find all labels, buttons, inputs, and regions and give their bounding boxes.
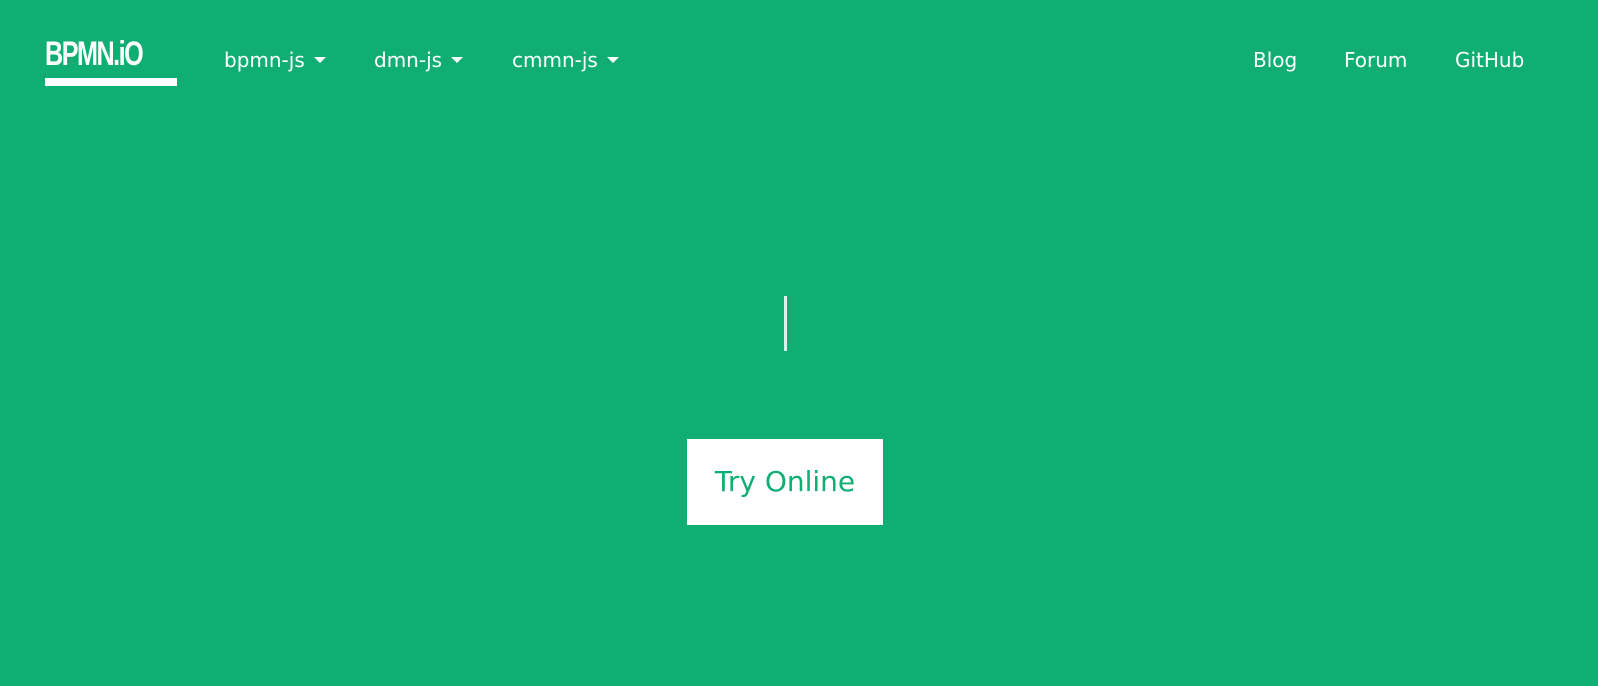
nav-dropdown-bpmn-js[interactable]: bpmn-js [224, 47, 326, 73]
logo-text: BPMN.iO [45, 35, 144, 73]
nav-label-cmmn-js: cmmn-js [512, 48, 598, 72]
nav-link-github[interactable]: GitHub [1455, 47, 1524, 73]
nav-link-forum[interactable]: Forum [1344, 47, 1407, 73]
nav-dropdown-dmn-js[interactable]: dmn-js [374, 47, 464, 73]
typing-cursor [784, 296, 787, 351]
try-online-button[interactable]: Try Online [687, 439, 883, 525]
caret-down-icon [313, 56, 326, 63]
bpmn-io-logo[interactable]: BPMN.iO [45, 34, 177, 88]
caret-down-icon [451, 56, 464, 63]
nav-label-bpmn-js: bpmn-js [224, 48, 305, 72]
nav-label-dmn-js: dmn-js [374, 48, 443, 72]
top-navbar: BPMN.iO bpmn-js dmn-js cmmn-js Blog Foru… [0, 0, 1598, 120]
nav-link-blog[interactable]: Blog [1253, 47, 1297, 73]
nav-dropdown-cmmn-js[interactable]: cmmn-js [512, 47, 619, 73]
logo-underline [45, 78, 177, 86]
caret-down-icon [606, 56, 619, 63]
